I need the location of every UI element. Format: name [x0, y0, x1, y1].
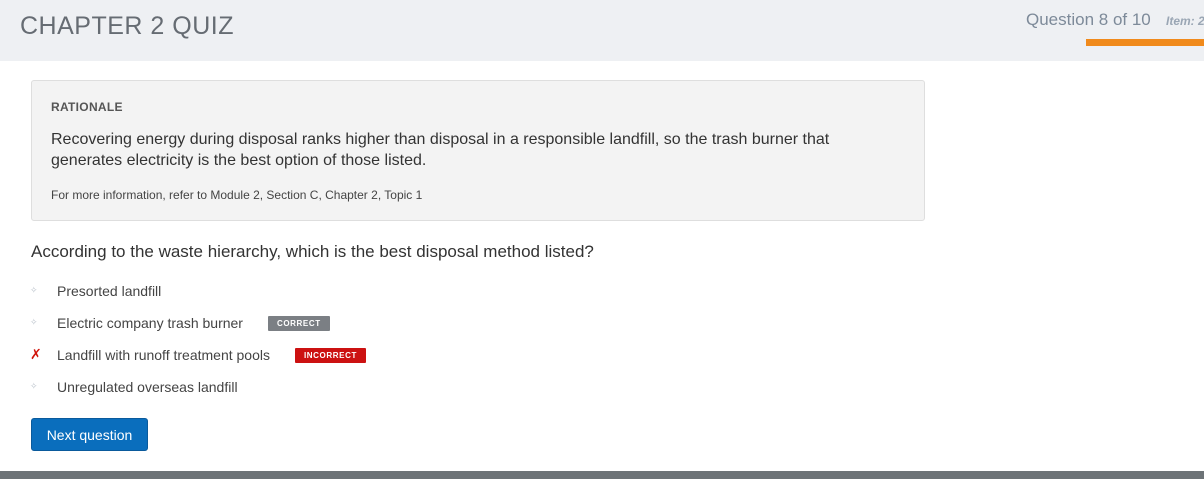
item-indicator: Item: 2: [1166, 14, 1204, 28]
answer-option: ✧ Unregulated overseas landfill: [30, 376, 238, 398]
bullet-icon: ✧: [30, 286, 38, 296]
rationale-text: Recovering energy during disposal ranks …: [51, 131, 830, 169]
bullet-icon: ✧: [30, 318, 38, 328]
question-progress-text: Question 8 of 10: [1026, 10, 1151, 29]
rationale-heading: RATIONALE: [51, 100, 123, 114]
answer-option: ✗ Landfill with runoff treatment pools I…: [30, 344, 366, 366]
question-text: According to the waste hierarchy, which …: [31, 242, 594, 261]
answer-option: ✧ Presorted landfill: [30, 280, 161, 302]
progress-bar: [1086, 39, 1204, 46]
correct-badge: CORRECT: [267, 315, 330, 331]
bullet-icon: ✧: [30, 382, 38, 392]
next-question-button[interactable]: Next question: [31, 418, 148, 451]
wrong-x-icon: ✗: [30, 347, 42, 363]
answer-label: Presorted landfill: [57, 283, 162, 299]
answer-label: Unregulated overseas landfill: [57, 379, 238, 395]
footer-bar: [0, 471, 1204, 479]
answer-option: ✧ Electric company trash burner CORRECT: [30, 312, 330, 334]
answer-label: Electric company trash burner: [57, 315, 243, 331]
page-title: CHAPTER 2 QUIZ: [20, 12, 234, 40]
answer-label: Landfill with runoff treatment pools: [57, 347, 270, 363]
quiz-header: CHAPTER 2 QUIZ Question 8 of 10 Item: 2: [0, 0, 1204, 61]
incorrect-badge: INCORRECT: [294, 347, 366, 363]
rationale-panel: RATIONALE Recovering energy during dispo…: [31, 80, 925, 221]
rationale-reference: For more information, refer to Module 2,…: [51, 188, 423, 202]
